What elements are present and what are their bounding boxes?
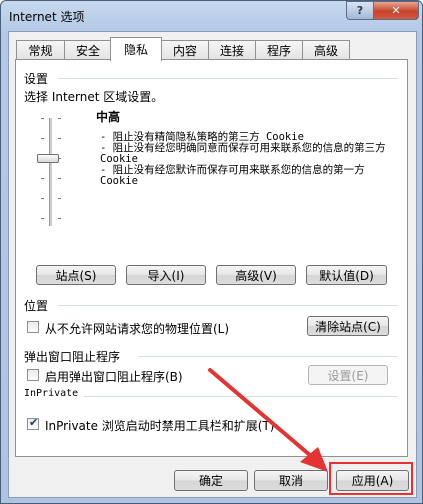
annotation-arrow-icon <box>208 368 328 472</box>
